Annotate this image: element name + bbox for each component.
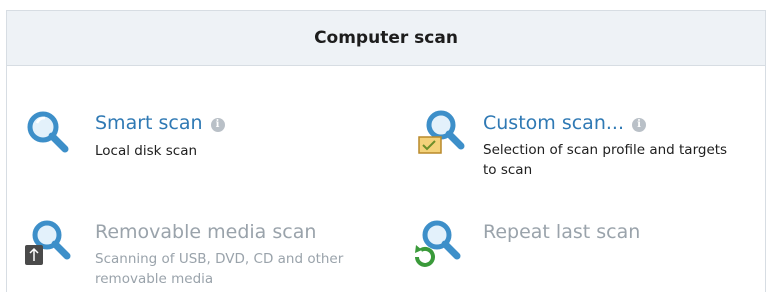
smart-scan-title[interactable]: Smart scan i [95,112,225,134]
computer-scan-panel: Computer scan Smart scan i Local disk sca… [6,10,766,292]
removable-media-scan-description-line1: Scanning of USB, DVD, CD and other [95,251,344,267]
info-icon[interactable]: i [631,118,646,132]
magnifier-icon [21,105,77,161]
smart-scan-description: Local disk scan [95,143,198,159]
repeat-last-scan-title[interactable]: Repeat last scan [483,221,640,243]
magnifier-checklist-icon [411,105,467,161]
custom-scan-description-line2: to scan [483,162,533,178]
smart-scan-option[interactable]: Smart scan i Local disk scan [7,65,387,165]
removable-media-scan-description-line2: removable media [95,271,214,287]
panel-title: Computer scan [7,11,765,66]
magnifier-repeat-icon [409,215,465,271]
info-icon[interactable]: i [210,118,225,132]
custom-scan-option[interactable]: Custom scan... i Selection of scan profil… [397,65,767,178]
repeat-last-scan-option[interactable]: Repeat last scan [397,201,767,291]
custom-scan-description-line1: Selection of scan profile and targets [483,142,728,158]
removable-media-scan-option[interactable]: Removable media scan Scanning of USB, DV… [7,201,387,291]
custom-scan-title[interactable]: Custom scan... i [483,112,646,134]
magnifier-usb-icon [19,215,75,271]
removable-media-scan-title[interactable]: Removable media scan [95,221,316,243]
